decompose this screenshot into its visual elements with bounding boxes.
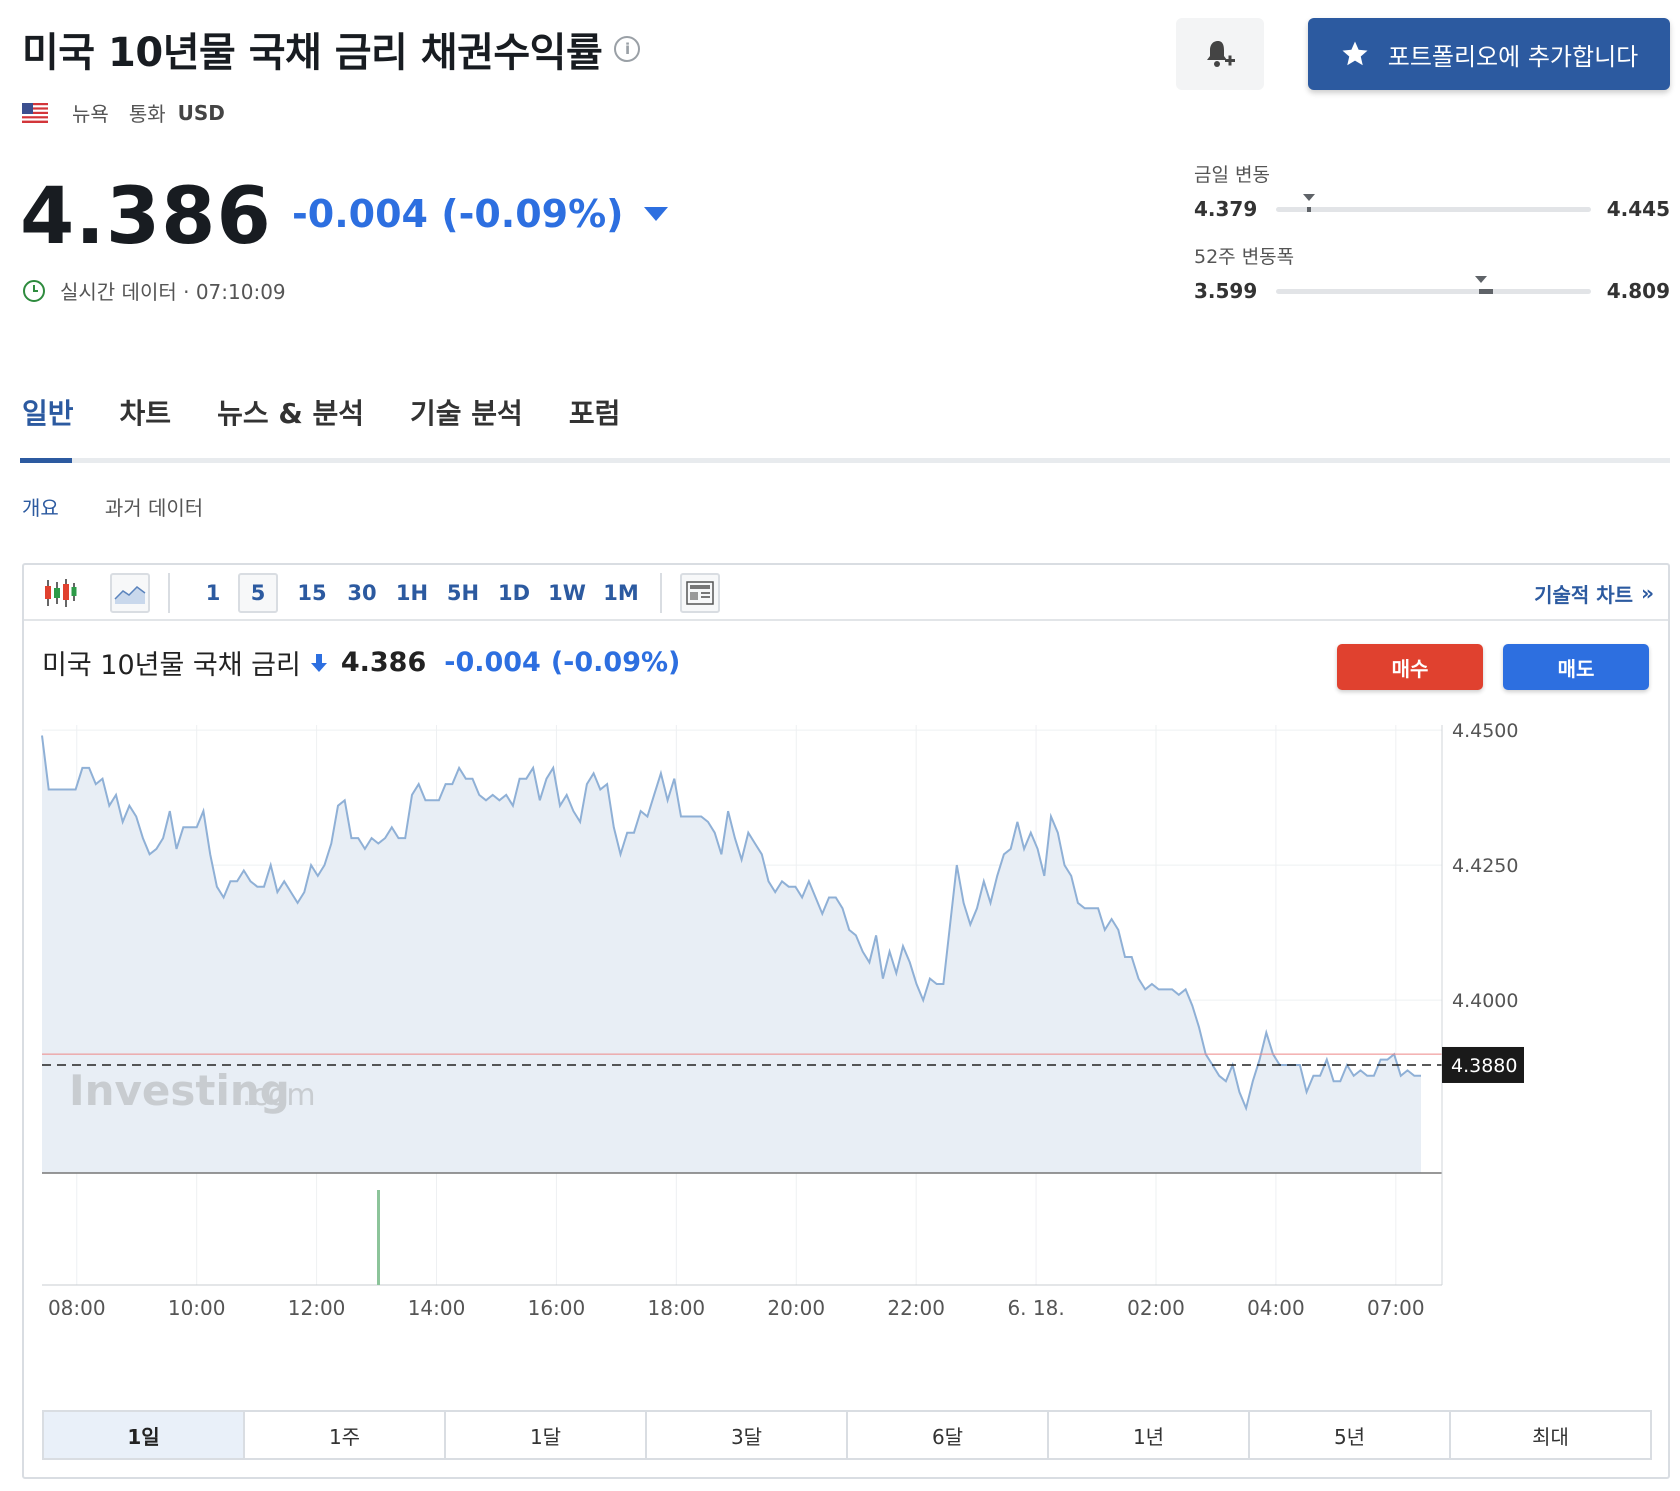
chart-toolbar: 1 5 15 30 1H 5H 1D 1W 1M 기술적 차트 » <box>24 565 1668 621</box>
double-chevron-right-icon: » <box>1641 581 1654 605</box>
sell-button[interactable]: 매도 <box>1503 644 1649 690</box>
week52-range-fill <box>1478 288 1493 294</box>
day-range-marker <box>1303 193 1316 201</box>
period-1w[interactable]: 1주 <box>245 1412 446 1458</box>
chart-price: 4.386 <box>340 647 427 678</box>
week52-range-high: 4.809 <box>1606 279 1670 303</box>
period-1y[interactable]: 1년 <box>1049 1412 1250 1458</box>
interval-1m[interactable]: 1M <box>598 565 644 621</box>
page-title: 미국 10년물 국채 금리 채권수익률 i <box>22 20 641 78</box>
y-axis-tick-label: 4.4000 <box>1452 990 1518 1012</box>
add-to-portfolio-button[interactable]: 포트폴리오에 추가합니다 <box>1308 18 1670 90</box>
week52-range: 52주 변동폭 3.599 4.809 <box>1194 242 1670 303</box>
week52-range-label: 52주 변동폭 <box>1194 246 1295 268</box>
period-max[interactable]: 최대 <box>1451 1412 1650 1458</box>
interval-15[interactable]: 15 <box>292 565 332 621</box>
candlestick-icon[interactable] <box>38 565 82 621</box>
x-axis-tick-label: 10:00 <box>168 1296 226 1315</box>
interval-1h[interactable]: 1H <box>392 565 432 621</box>
sub-tabs: 개요 과거 데이터 <box>22 492 203 521</box>
x-axis-tick-label: 02:00 <box>1127 1296 1185 1315</box>
period-selector: 1일 1주 1달 3달 6달 1년 5년 최대 <box>42 1410 1652 1460</box>
subtab-historical-data[interactable]: 과거 데이터 <box>105 492 203 521</box>
day-range: 금일 변동 4.379 4.445 <box>1194 160 1670 221</box>
x-axis-labels: 08:00 10:00 12:00 14:00 16:00 18:00 20:00 22:00… <box>48 1296 1425 1315</box>
chart-change-pct: (-0.09%) <box>550 647 681 678</box>
last-price: 4.386 <box>20 172 272 262</box>
bell-plus-icon <box>1207 41 1235 67</box>
price-change-text: -0.004 (-0.09%) <box>292 192 624 236</box>
x-axis-tick-label: 6. 18. <box>1007 1296 1064 1315</box>
chart-change: -0.004 <box>444 647 541 678</box>
investing-watermark-suffix: .com <box>242 1078 316 1113</box>
x-axis-tick-label: 07:00 <box>1367 1296 1425 1315</box>
realtime-text: 실시간 데이터 · 07:10:09 <box>60 280 286 304</box>
interval-1w[interactable]: 1W <box>544 565 590 621</box>
day-range-track <box>1276 193 1591 212</box>
info-icon[interactable]: i <box>614 36 641 62</box>
chart-panel: 1 5 15 30 1H 5H 1D 1W 1M 기술적 차트 » 미국 10년… <box>22 563 1670 1479</box>
instrument-meta: 뉴욕 통화 USD <box>22 98 225 127</box>
toolbar-separator <box>660 573 662 613</box>
y-axis-tick-label: 4.4250 <box>1452 855 1518 877</box>
interval-1d[interactable]: 1D <box>494 565 534 621</box>
currency-label: 통화 <box>128 102 166 126</box>
star-icon <box>1342 41 1368 66</box>
interval-30[interactable]: 30 <box>342 565 382 621</box>
clock-icon <box>23 279 45 302</box>
interval-5[interactable]: 5 <box>238 573 278 613</box>
day-range-label: 금일 변동 <box>1194 164 1270 186</box>
technical-chart-link[interactable]: 기술적 차트 » <box>1534 565 1654 621</box>
interval-1[interactable]: 1 <box>198 565 228 621</box>
buy-button[interactable]: 매수 <box>1337 644 1483 690</box>
current-price-tag-label: 4.3880 <box>1451 1055 1517 1077</box>
arrow-down-icon <box>310 653 327 672</box>
x-axis-tick-label: 12:00 <box>288 1296 346 1315</box>
toolbar-separator <box>168 573 170 613</box>
y-axis-labels: 4.4500 4.4250 4.4000 <box>1452 720 1518 1012</box>
x-axis-tick-label: 20:00 <box>767 1296 825 1315</box>
technical-chart-link-label: 기술적 차트 <box>1534 582 1634 607</box>
day-range-high: 4.445 <box>1606 197 1670 221</box>
period-6m[interactable]: 6달 <box>848 1412 1049 1458</box>
day-range-fill <box>1307 206 1312 212</box>
x-axis-tick-label: 14:00 <box>408 1296 466 1315</box>
period-1d[interactable]: 1일 <box>44 1412 245 1458</box>
down-arrow-icon <box>643 207 668 221</box>
x-axis-tick-label: 18:00 <box>648 1296 706 1315</box>
price-chart[interactable]: Investing .com 4.45004.42504.4000 08:00 1… <box>24 695 1668 1315</box>
period-1m[interactable]: 1달 <box>446 1412 647 1458</box>
week52-range-low: 3.599 <box>1194 279 1258 303</box>
subtab-summary[interactable]: 개요 <box>22 492 59 521</box>
news-layout-icon[interactable] <box>680 573 720 613</box>
active-tab-indicator <box>20 458 72 463</box>
area-chart-icon[interactable] <box>110 573 150 613</box>
price-change: -0.004 (-0.09%) <box>292 192 668 236</box>
us-flag-icon <box>22 102 48 123</box>
page-title-text: 미국 10년물 국채 금리 채권수익률 <box>22 30 603 76</box>
add-to-portfolio-label: 포트폴리오에 추가합니다 <box>1387 42 1639 71</box>
exchange-name: 뉴욕 <box>72 102 109 126</box>
week52-range-marker <box>1474 275 1487 283</box>
tabs-divider <box>20 458 1670 463</box>
currency-value: USD <box>177 100 225 125</box>
x-axis-tick-label: 08:00 <box>48 1296 106 1315</box>
day-range-low: 4.379 <box>1194 197 1258 221</box>
realtime-status: 실시간 데이터 · 07:10:09 <box>22 276 286 305</box>
x-axis-tick-label: 22:00 <box>887 1296 945 1315</box>
interval-5h[interactable]: 5H <box>442 565 484 621</box>
period-3m[interactable]: 3달 <box>647 1412 848 1458</box>
y-axis-tick-label: 4.4500 <box>1452 720 1518 742</box>
x-axis-tick-label: 04:00 <box>1247 1296 1305 1315</box>
x-axis-tick-label: 16:00 <box>528 1296 586 1315</box>
period-5y[interactable]: 5년 <box>1250 1412 1451 1458</box>
week52-range-track <box>1276 275 1591 294</box>
add-alert-button[interactable] <box>1176 18 1264 90</box>
volume-bar <box>377 1190 380 1285</box>
chart-instrument-name: 미국 10년물 국채 금리 <box>42 650 301 681</box>
chart-quote-line: 미국 10년물 국채 금리 4.386 -0.004 (-0.09%) <box>42 643 680 682</box>
